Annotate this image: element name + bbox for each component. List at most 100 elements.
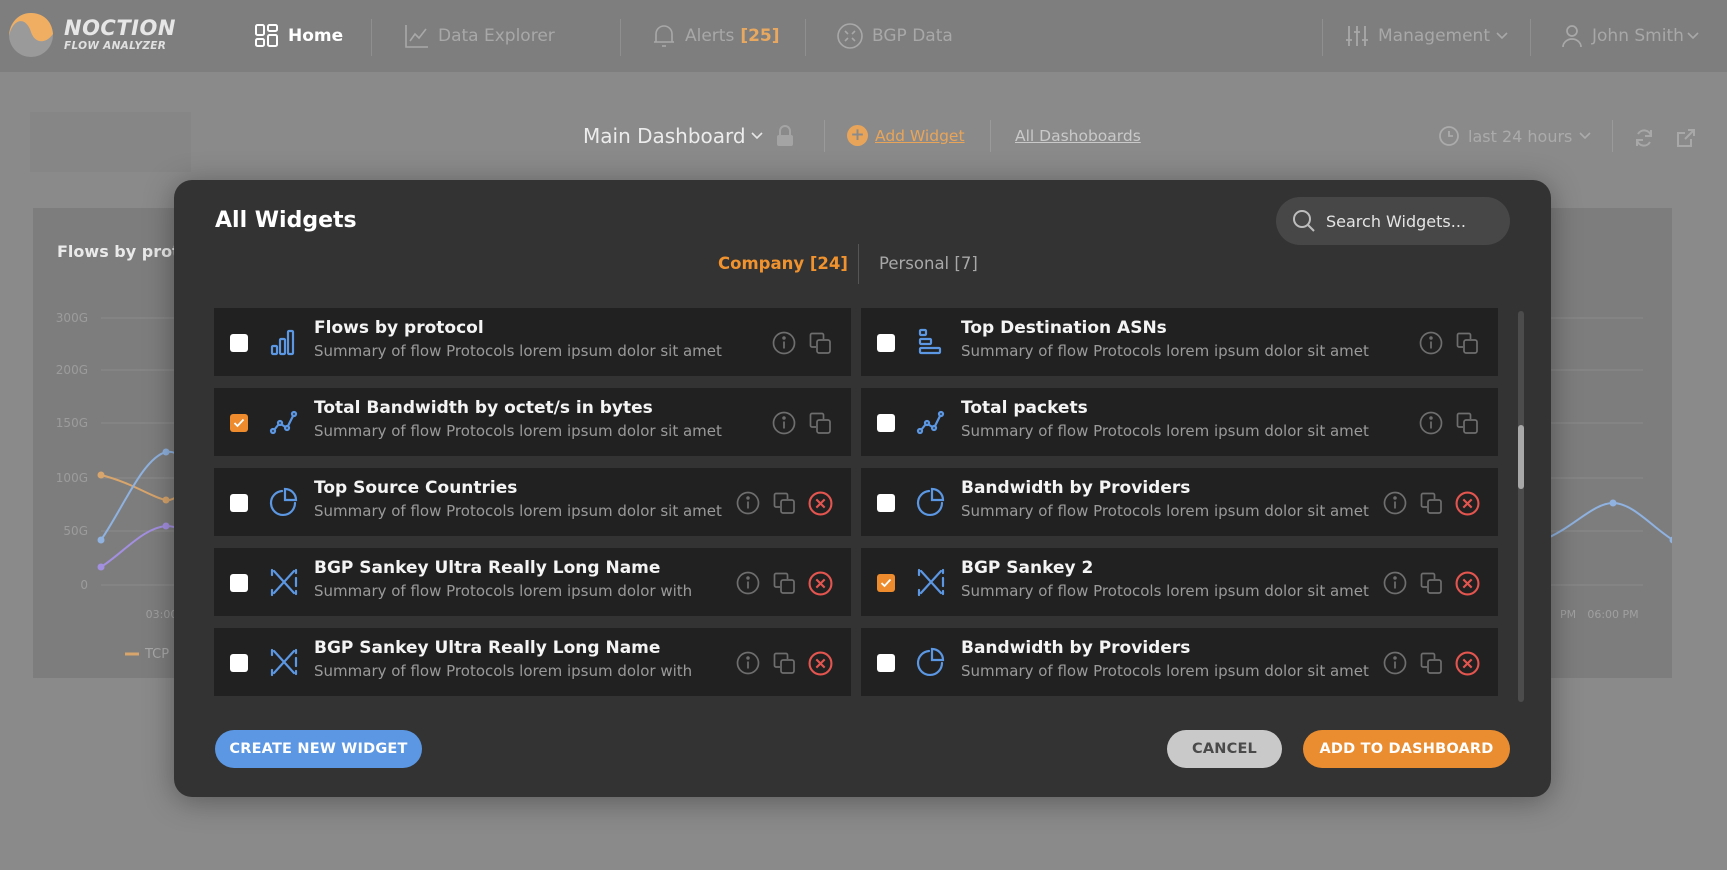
widget-checkbox[interactable]	[877, 334, 895, 352]
nav-bgp-data[interactable]: BGP Data	[836, 0, 953, 72]
widget-list-item[interactable]: Flows by protocol Summary of flow Protoc…	[214, 308, 851, 376]
info-button[interactable]	[1382, 570, 1408, 596]
scrollbar-thumb[interactable]	[1518, 425, 1524, 489]
nav-management[interactable]: Management	[1344, 0, 1517, 72]
y-tick-label: 50G	[63, 524, 88, 538]
info-icon	[1419, 411, 1443, 435]
sankey-icon	[270, 648, 298, 677]
widget-list[interactable]: Flows by protocol Summary of flow Protoc…	[214, 308, 1507, 697]
widget-list-item[interactable]: BGP Sankey Ultra Really Long Name Summar…	[214, 628, 851, 696]
duplicate-button[interactable]	[1454, 330, 1480, 356]
logo[interactable]: NOCTION FLOW ANALYZER	[8, 12, 176, 58]
duplicate-button[interactable]	[807, 330, 833, 356]
duplicate-button[interactable]	[1418, 650, 1444, 676]
chevron-down-icon	[751, 132, 763, 140]
user-menu[interactable]: John Smith	[1560, 0, 1708, 72]
widget-description: Summary of flow Protocols lorem ipsum do…	[314, 422, 722, 440]
info-button[interactable]	[771, 330, 797, 356]
info-button[interactable]	[1418, 330, 1444, 356]
widget-checkbox[interactable]	[877, 494, 895, 512]
widget-name: BGP Sankey Ultra Really Long Name	[314, 638, 661, 658]
dashboard-title: Main Dashboard	[583, 124, 746, 148]
widget-checkbox[interactable]	[230, 654, 248, 672]
info-button[interactable]	[1382, 490, 1408, 516]
toolbar-divider	[824, 120, 825, 152]
scrollbar[interactable]	[1518, 311, 1524, 702]
delete-button[interactable]	[1454, 570, 1480, 596]
widget-list-item[interactable]: Total packets Summary of flow Protocols …	[861, 388, 1498, 456]
cancel-button[interactable]: CANCEL	[1167, 730, 1282, 768]
duplicate-button[interactable]	[771, 490, 797, 516]
delete-button[interactable]	[807, 490, 833, 516]
all-widgets-modal: All Widgets Company [24] Personal [7] Fl…	[174, 180, 1551, 797]
widget-list-item[interactable]: BGP Sankey Ultra Really Long Name Summar…	[214, 548, 851, 616]
info-button[interactable]	[735, 650, 761, 676]
widget-checkbox[interactable]	[877, 414, 895, 432]
widget-list-item[interactable]: Bandwidth by Providers Summary of flow P…	[861, 468, 1498, 536]
delete-button[interactable]	[807, 570, 833, 596]
info-button[interactable]	[735, 490, 761, 516]
widget-checkbox[interactable]	[230, 494, 248, 512]
delete-button[interactable]	[807, 650, 833, 676]
y-tick-label: 200G	[56, 363, 88, 377]
nav-home[interactable]: Home	[254, 0, 343, 72]
logo-title: NOCTION	[64, 16, 176, 41]
widget-checkbox[interactable]	[230, 574, 248, 592]
widget-list-item[interactable]: Top Source Countries Summary of flow Pro…	[214, 468, 851, 536]
refresh-icon[interactable]	[1633, 127, 1655, 149]
widget-description: Summary of flow Protocols lorem ipsum do…	[314, 342, 722, 360]
widget-checkbox[interactable]	[230, 334, 248, 352]
nav-alerts[interactable]: Alerts [25]	[651, 0, 780, 72]
delete-button[interactable]	[1454, 650, 1480, 676]
widget-name: Total packets	[961, 398, 1088, 418]
bar-chart-icon	[270, 329, 295, 356]
search-icon	[1293, 210, 1315, 232]
tab-company[interactable]: Company [24]	[718, 254, 848, 273]
add-to-dashboard-button[interactable]: ADD TO DASHBOARD	[1303, 730, 1510, 768]
duplicate-button[interactable]	[771, 650, 797, 676]
copy-icon	[1456, 332, 1478, 354]
info-button[interactable]	[771, 410, 797, 436]
widget-name: Bandwidth by Providers	[961, 638, 1191, 658]
sankey-icon	[917, 568, 945, 597]
widget-name: Top Source Countries	[314, 478, 518, 498]
search-widgets[interactable]	[1276, 197, 1510, 245]
dashboard-selector[interactable]: Main Dashboard	[583, 124, 794, 148]
line-chart-icon	[269, 410, 298, 435]
delete-button[interactable]	[1454, 490, 1480, 516]
widget-checkbox[interactable]	[230, 414, 248, 432]
logo-subtitle: FLOW ANALYZER	[64, 40, 167, 53]
chart-line-icon	[405, 25, 428, 48]
duplicate-button[interactable]	[1454, 410, 1480, 436]
create-new-widget-button[interactable]: CREATE NEW WIDGET	[215, 730, 422, 768]
search-widgets-input[interactable]	[1326, 211, 1486, 231]
widget-list-item[interactable]: BGP Sankey 2 Summary of flow Protocols l…	[861, 548, 1498, 616]
duplicate-button[interactable]	[1418, 570, 1444, 596]
external-link-icon[interactable]	[1675, 127, 1697, 149]
all-dashboards-link[interactable]: All Dashoboards	[1015, 127, 1141, 145]
widget-checkbox[interactable]	[877, 654, 895, 672]
widget-list-item[interactable]: Bandwidth by Providers Summary of flow P…	[861, 628, 1498, 696]
widget-list-item[interactable]: Top Destination ASNs Summary of flow Pro…	[861, 308, 1498, 376]
widget-name: Flows by protocol	[314, 318, 484, 338]
series-line-purple	[100, 524, 184, 568]
info-button[interactable]	[1382, 650, 1408, 676]
duplicate-button[interactable]	[1418, 490, 1444, 516]
info-button[interactable]	[735, 570, 761, 596]
lock-icon[interactable]	[776, 125, 794, 147]
time-range-selector[interactable]: last 24 hours	[1438, 125, 1600, 147]
widget-name: Top Destination ASNs	[961, 318, 1167, 338]
widget-list-item[interactable]: Total Bandwidth by octet/s in bytes Summ…	[214, 388, 851, 456]
data-point	[162, 448, 170, 456]
legend-label-tcp: TCP	[144, 647, 169, 662]
duplicate-button[interactable]	[771, 570, 797, 596]
widget-checkbox[interactable]	[877, 574, 895, 592]
info-button[interactable]	[1418, 410, 1444, 436]
nav-data-explorer[interactable]: Data Explorer	[404, 0, 555, 72]
widget-name: Bandwidth by Providers	[961, 478, 1191, 498]
tab-personal[interactable]: Personal [7]	[879, 254, 978, 273]
tab-divider	[858, 244, 859, 284]
duplicate-button[interactable]	[807, 410, 833, 436]
toolbar-divider	[990, 120, 991, 152]
add-widget-link[interactable]: + Add Widget	[847, 125, 965, 146]
